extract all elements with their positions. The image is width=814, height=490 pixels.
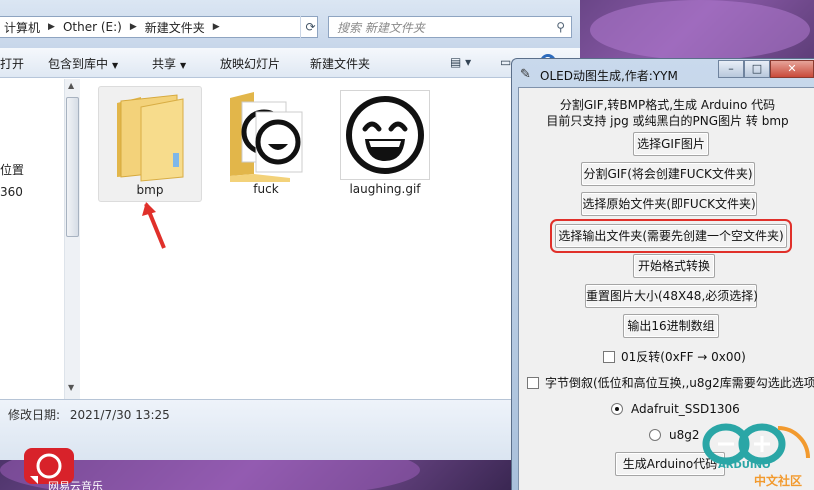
- close-button[interactable]: ✕: [770, 60, 814, 78]
- start-convert-button[interactable]: 开始格式转换: [633, 254, 715, 278]
- address-bar[interactable]: 计算机 ▶ Other (E:) ▶ 新建文件夹 ▶: [0, 16, 318, 38]
- search-placeholder: 搜索 新建文件夹: [337, 20, 425, 35]
- scroll-down-arrow[interactable]: ▼: [68, 383, 74, 392]
- description-line: 目前只支持 jpg 或纯黑白的PNG图片 转 bmp: [546, 114, 789, 128]
- watermark-line-1: ARDUINO: [718, 460, 771, 471]
- checkbox-box[interactable]: [603, 350, 615, 363]
- byte-reverse-label: 字节倒叙(低位和高位互换,,u8g2库需要勾选此选项): [545, 376, 814, 390]
- resize-button[interactable]: 重置图片大小(48X48,必须选择): [585, 284, 758, 308]
- file-label: bmp: [136, 183, 164, 197]
- minimize-button[interactable]: –: [718, 60, 744, 78]
- export-hex-button[interactable]: 输出16进制数组: [623, 314, 719, 338]
- chevron-down-icon: ▼: [180, 61, 187, 70]
- select-gif-button[interactable]: 选择GIF图片: [633, 132, 709, 156]
- image-thumbnail: [340, 90, 430, 180]
- invert-label: 01反转(0xFF → 0x00): [621, 350, 746, 364]
- split-gif-button[interactable]: 分割GIF(将会创建FUCK文件夹): [581, 162, 755, 186]
- select-output-folder-button[interactable]: 选择输出文件夹(需要先创建一个空文件夹): [550, 219, 792, 253]
- arduino-community-watermark: ARDUINO 中文社区: [682, 420, 814, 490]
- file-label: laughing.gif: [349, 182, 421, 196]
- modified-date-label: 修改日期: 2021/7/30 13:25: [8, 406, 170, 423]
- preview-pane-icon[interactable]: ▭: [500, 55, 511, 69]
- file-item-bmp[interactable]: bmp: [98, 86, 202, 202]
- chevron-right-icon[interactable]: ▶: [209, 22, 224, 32]
- slideshow-button[interactable]: 放映幻灯片: [220, 55, 280, 72]
- scroll-thumb[interactable]: [66, 97, 79, 237]
- breadcrumb-item[interactable]: Other (E:): [59, 20, 126, 34]
- nav-number-label: 360: [0, 185, 23, 199]
- modified-date-caption: 修改日期:: [8, 408, 61, 422]
- folder-with-images-icon: [230, 92, 303, 182]
- open-button[interactable]: 打开: [0, 55, 24, 72]
- navigation-pane: 位置 360: [0, 79, 64, 399]
- byte-reverse-checkbox[interactable]: 字节倒叙(低位和高位互换,,u8g2库需要勾选此选项): [527, 374, 814, 391]
- annotation-arrow: [142, 202, 166, 249]
- nav-scrollbar[interactable]: ▲ ▼: [64, 79, 80, 399]
- file-item-laughing-gif[interactable]: laughing.gif: [330, 86, 440, 202]
- explorer-window: 计算机 ▶ Other (E:) ▶ 新建文件夹 ▶ ⟳ 搜索 新建文件夹 ⚲ …: [0, 0, 580, 460]
- modified-date-value: 2021/7/30 13:25: [69, 408, 170, 422]
- watermark-line-2: 中文社区: [754, 474, 803, 488]
- new-folder-button[interactable]: 新建文件夹: [310, 55, 370, 72]
- scroll-up-arrow[interactable]: ▲: [68, 81, 74, 90]
- breadcrumb-item[interactable]: 计算机: [0, 19, 44, 36]
- radio-button[interactable]: [611, 403, 623, 415]
- search-input[interactable]: 搜索 新建文件夹 ⚲: [328, 16, 572, 38]
- chevron-down-icon: ▼: [112, 61, 119, 70]
- wallpaper-blob: [590, 0, 810, 60]
- radio-button[interactable]: [649, 429, 661, 441]
- invert-checkbox[interactable]: 01反转(0xFF → 0x00): [603, 348, 746, 365]
- refresh-icon[interactable]: ⟳: [300, 16, 320, 38]
- search-icon: ⚲: [556, 20, 565, 34]
- window-title: OLED动图生成,作者:YYM: [540, 69, 678, 83]
- details-pane: 修改日期: 2021/7/30 13:25: [0, 399, 580, 460]
- view-options-icon[interactable]: ▤ ▾: [450, 55, 471, 69]
- nav-location-label: 位置: [0, 163, 25, 177]
- include-in-library-label: 包含到库中: [48, 57, 109, 71]
- radio-label: Adafruit_SSD1306: [631, 402, 740, 416]
- file-item-fuck[interactable]: fuck: [214, 86, 318, 202]
- feather-icon: ✎: [520, 67, 531, 82]
- address-row: 计算机 ▶ Other (E:) ▶ 新建文件夹 ▶ ⟳ 搜索 新建文件夹 ⚲: [0, 0, 580, 48]
- description-line: 分割GIF,转BMP格式,生成 Arduino 代码: [559, 98, 776, 112]
- folder-icon: [117, 94, 184, 182]
- share-button[interactable]: 共享 ▼: [152, 55, 186, 72]
- share-label: 共享: [152, 57, 177, 71]
- breadcrumb-item[interactable]: 新建文件夹: [141, 19, 209, 36]
- include-in-library-button[interactable]: 包含到库中 ▼: [48, 55, 118, 72]
- laughing-face-icon: [346, 96, 424, 174]
- file-label: fuck: [253, 182, 279, 196]
- chevron-right-icon[interactable]: ▶: [126, 22, 141, 32]
- shortcut-label: 网易云音乐: [48, 480, 103, 490]
- maximize-button[interactable]: □: [744, 60, 770, 78]
- chevron-right-icon[interactable]: ▶: [44, 22, 59, 32]
- radio-adafruit[interactable]: Adafruit_SSD1306: [611, 402, 740, 416]
- select-source-folder-button[interactable]: 选择原始文件夹(即FUCK文件夹): [581, 192, 757, 216]
- checkbox-box[interactable]: [527, 376, 539, 389]
- command-toolbar: 打开 包含到库中▼ 共享▼ 放映幻灯片 新建文件夹 ▤ ▾ ▭ ?: [0, 48, 580, 78]
